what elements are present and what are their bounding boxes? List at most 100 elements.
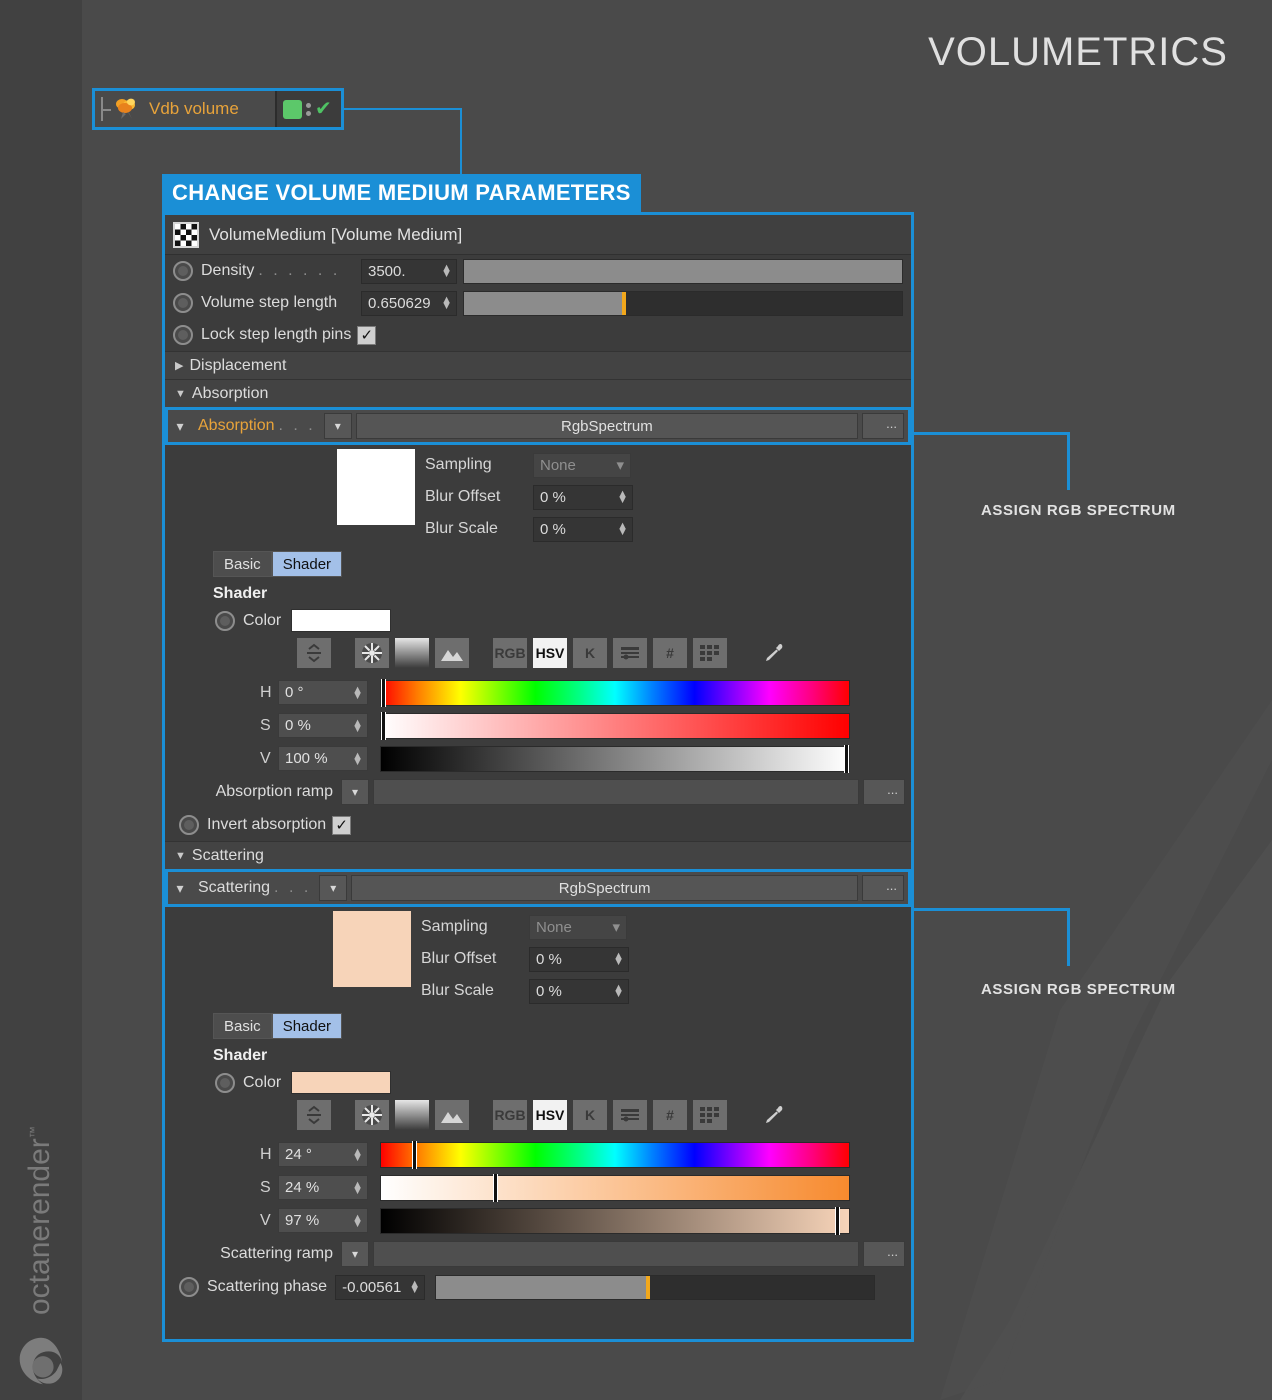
hsv-mode-button[interactable]: HSV	[533, 638, 567, 668]
scattering-saturation-row[interactable]: S 24 % ▲ ▼	[260, 1171, 911, 1204]
absorption-ramp-more-button[interactable]: ...	[863, 779, 905, 805]
scattering-phase-slider[interactable]	[435, 1274, 876, 1300]
density-animate-icon[interactable]	[173, 261, 193, 281]
volume-step-length-input[interactable]: 0.650629 ▲ ▼	[361, 290, 457, 316]
absorption-blur-offset-input[interactable]: 0 % ▲ ▼	[533, 484, 633, 510]
scattering-phase-spinner-icon[interactable]: ▲ ▼	[409, 1279, 422, 1296]
image-texture-icon[interactable]	[435, 638, 469, 668]
scattering-node-type-field[interactable]: RgbSpectrum	[351, 875, 858, 901]
node-menu-dots-icon[interactable]	[306, 102, 311, 116]
node-status-area[interactable]: ✔	[275, 91, 341, 127]
collapse-arrows-icon[interactable]	[297, 638, 331, 668]
scattering-dropdown-button[interactable]: ▾	[319, 875, 348, 901]
absorption-hue-row[interactable]: H 0 ° ▲ ▼	[260, 676, 911, 709]
absorption-blur-scale-spinner-icon[interactable]: ▲ ▼	[617, 521, 630, 538]
density-spinner-icon[interactable]: ▲ ▼	[441, 263, 454, 280]
absorption-hue-input[interactable]: 0 ° ▲ ▼	[278, 680, 368, 705]
scattering-ramp-dropdown-button[interactable]: ▾	[341, 1241, 369, 1267]
section-absorption[interactable]: ▼ Absorption	[165, 379, 911, 407]
sliders-mode-button[interactable]	[613, 1100, 647, 1130]
vdb-volume-node[interactable]: Vdb volume ✔	[92, 88, 344, 130]
absorption-ramp-row[interactable]: Absorption ramp ▾ ...	[165, 775, 911, 809]
scattering-ramp-row[interactable]: Scattering ramp ▾ ...	[165, 1237, 911, 1271]
scattering-node-row[interactable]: ▾ Scattering . . . ▾ RgbSpectrum ...	[165, 869, 911, 907]
scattering-sampling-row[interactable]: Sampling None ▾	[421, 911, 629, 943]
collapse-arrows-icon[interactable]	[297, 1100, 331, 1130]
absorption-saturation-spinner-icon[interactable]: ▲ ▼	[352, 717, 365, 734]
scattering-phase-animate-icon[interactable]	[179, 1277, 199, 1297]
absorption-more-button[interactable]: ...	[862, 413, 904, 439]
scattering-blur-offset-input[interactable]: 0 % ▲ ▼	[529, 946, 629, 972]
scattering-saturation-bar[interactable]	[380, 1173, 850, 1202]
rgb-mode-button[interactable]: RGB	[493, 638, 527, 668]
color-wheel-icon[interactable]	[355, 1100, 389, 1130]
absorption-blur-scale-row[interactable]: Blur Scale 0 % ▲ ▼	[425, 513, 633, 545]
absorption-expand-chevron-icon[interactable]: ▾	[172, 418, 188, 435]
row-invert-absorption[interactable]: Invert absorption ✓	[165, 809, 911, 841]
lock-step-length-checkbox[interactable]: ✓	[357, 325, 377, 345]
density-slider[interactable]	[463, 258, 903, 284]
color-wheel-icon[interactable]	[355, 638, 389, 668]
density-input[interactable]: 3500. ▲ ▼	[361, 258, 457, 284]
absorption-color-swatch[interactable]	[291, 609, 392, 632]
tab-scattering-basic[interactable]: Basic	[213, 1013, 272, 1039]
scattering-color-swatch[interactable]	[291, 1071, 392, 1094]
absorption-value-input[interactable]: 100 % ▲ ▼	[278, 746, 368, 771]
node-enabled-square[interactable]	[283, 99, 302, 119]
hex-mode-button[interactable]: #	[653, 638, 687, 668]
tab-scattering-shader[interactable]: Shader	[271, 1013, 343, 1039]
scattering-color-animate-icon[interactable]	[215, 1072, 235, 1093]
absorption-ramp-field[interactable]	[373, 779, 859, 805]
eyedropper-icon[interactable]	[757, 1100, 791, 1130]
scattering-phase-input[interactable]: -0.00561 ▲ ▼	[335, 1274, 426, 1300]
scattering-more-button[interactable]: ...	[862, 875, 904, 901]
scattering-value-input[interactable]: 97 % ▲ ▼	[278, 1208, 368, 1233]
scattering-sampling-select[interactable]: None ▾	[529, 914, 627, 940]
lock-step-length-animate-icon[interactable]	[173, 325, 193, 345]
absorption-color-animate-icon[interactable]	[215, 610, 235, 631]
node-check-icon[interactable]: ✔	[315, 99, 332, 119]
invert-absorption-animate-icon[interactable]	[179, 815, 199, 835]
absorption-node-type-field[interactable]: RgbSpectrum	[355, 413, 858, 439]
absorption-blur-scale-input[interactable]: 0 % ▲ ▼	[533, 516, 633, 542]
scattering-expand-chevron-icon[interactable]: ▾	[172, 880, 188, 897]
scattering-hue-input[interactable]: 24 ° ▲ ▼	[278, 1142, 368, 1167]
kelvin-mode-button[interactable]: K	[573, 1100, 607, 1130]
absorption-blur-offset-spinner-icon[interactable]: ▲ ▼	[617, 489, 630, 506]
scattering-ramp-field[interactable]	[373, 1241, 859, 1267]
absorption-value-bar[interactable]	[380, 744, 850, 773]
scattering-blur-scale-input[interactable]: 0 % ▲ ▼	[529, 978, 629, 1004]
scattering-value-bar[interactable]	[380, 1206, 850, 1235]
absorption-hue-bar[interactable]	[380, 678, 850, 707]
gradient-icon[interactable]	[395, 638, 429, 668]
scattering-color-mode-bar[interactable]: RGB HSV K #	[297, 1100, 911, 1130]
swatches-mode-button[interactable]	[693, 1100, 727, 1130]
scattering-color-row[interactable]: Color	[215, 1071, 911, 1094]
eyedropper-icon[interactable]	[757, 638, 791, 668]
absorption-sampling-row[interactable]: Sampling None ▾	[425, 449, 633, 481]
absorption-color-row[interactable]: Color	[215, 609, 911, 632]
absorption-sampling-select[interactable]: None ▾	[533, 452, 631, 478]
absorption-saturation-input[interactable]: 0 % ▲ ▼	[278, 713, 368, 738]
absorption-value-spinner-icon[interactable]: ▲ ▼	[352, 750, 365, 767]
hsv-mode-button[interactable]: HSV	[533, 1100, 567, 1130]
sliders-mode-button[interactable]	[613, 638, 647, 668]
scattering-hue-bar[interactable]	[380, 1140, 850, 1169]
rgb-mode-button[interactable]: RGB	[493, 1100, 527, 1130]
scattering-saturation-spinner-icon[interactable]: ▲ ▼	[352, 1179, 365, 1196]
absorption-preview-swatch[interactable]	[337, 449, 415, 525]
volume-step-length-spinner-icon[interactable]: ▲ ▼	[441, 295, 454, 312]
scattering-value-row[interactable]: V 97 % ▲ ▼	[260, 1204, 911, 1237]
absorption-saturation-row[interactable]: S 0 % ▲ ▼	[260, 709, 911, 742]
scattering-value-spinner-icon[interactable]: ▲ ▼	[352, 1212, 365, 1229]
image-texture-icon[interactable]	[435, 1100, 469, 1130]
section-scattering[interactable]: ▼ Scattering	[165, 841, 911, 869]
scattering-ramp-more-button[interactable]: ...	[863, 1241, 905, 1267]
volume-step-length-animate-icon[interactable]	[173, 293, 193, 313]
kelvin-mode-button[interactable]: K	[573, 638, 607, 668]
absorption-color-mode-bar[interactable]: RGB HSV K #	[297, 638, 911, 668]
invert-absorption-checkbox[interactable]: ✓	[332, 815, 352, 835]
scattering-preview-swatch[interactable]	[333, 911, 411, 987]
absorption-saturation-bar[interactable]	[380, 711, 850, 740]
hex-mode-button[interactable]: #	[653, 1100, 687, 1130]
